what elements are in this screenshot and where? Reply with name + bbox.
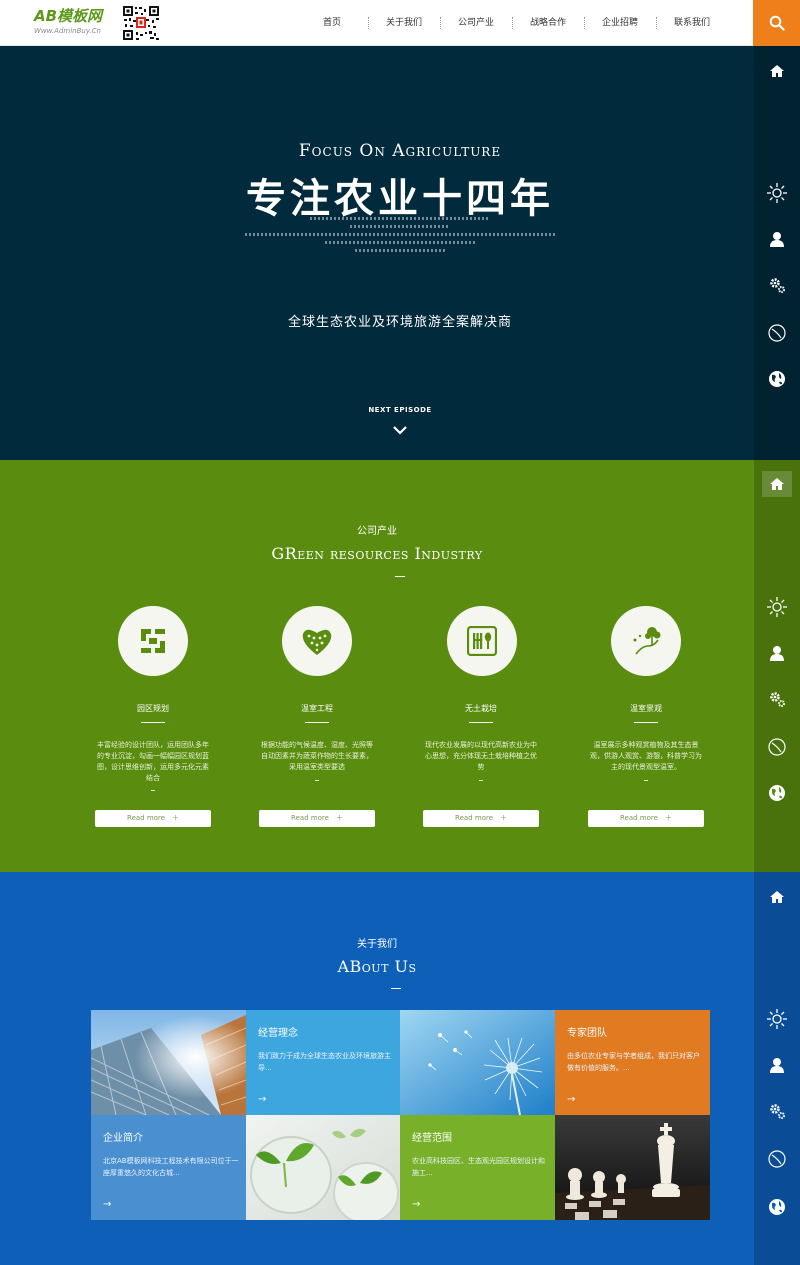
card-divider [634,722,658,723]
side-nav-industry [754,460,800,872]
sun-icon[interactable] [754,1004,800,1034]
gears-icon[interactable] [754,270,800,300]
card-circle-landscape [611,606,681,676]
nav-item-jobs[interactable]: 企业招聘 [584,0,656,46]
home-icon[interactable] [762,471,792,497]
globe-icon[interactable] [754,778,800,808]
read-more-button-greenhouse[interactable]: Read more ＋ [259,810,375,827]
nav-item-home[interactable]: 首页 [296,0,368,46]
about-subtitle: 关于我们 [357,939,397,950]
leaf-circle-icon[interactable] [754,732,800,762]
tile-business-scope[interactable]: 经营范围 农业高科技园区、生态观光园区规划设计和施工... → [400,1115,555,1220]
hero-decorative-lines [240,217,560,257]
card-tick [151,790,155,791]
leaf-circle-icon[interactable] [754,318,800,348]
tile-desc-experts: 由多位农业专家与学者组成，我们只对客户做有价值的服务。... [567,1052,700,1072]
industry-title: GReen resources Industry [271,544,483,563]
card-divider [469,722,493,723]
nav-item-about[interactable]: 关于我们 [368,0,440,46]
card-divider [141,722,165,723]
tile-title-profile: 企业简介 [103,1133,143,1144]
gears-icon[interactable] [754,684,800,714]
next-episode-label[interactable]: NEXT EPISODE [0,406,800,414]
site-logo[interactable]: AB模板网 Www.AdminBuy.Cn [34,8,118,38]
card-circle-soilless [447,606,517,676]
nav-item-cooperation[interactable]: 战略合作 [512,0,584,46]
photo-tile-building [91,1010,246,1115]
arrow-right-icon[interactable]: → [258,1094,266,1105]
tile-title-experts: 专家团队 [567,1028,607,1039]
sun-icon[interactable] [754,178,800,208]
chevron-down-icon[interactable] [390,423,410,437]
card-tick [315,780,319,781]
card-divider [305,722,329,723]
card-title-soilless: 无土栽培 [465,704,497,713]
hero-banner: Focus On Agriculture 专注农业十四年 全球生态农业及环境旅游… [0,46,800,460]
tile-business-philosophy[interactable]: 经营理念 我们致力于成为全球生态农业及环境旅游主导... → [246,1010,401,1115]
card-circle-planning [118,606,188,676]
qr-code-icon [122,5,160,41]
photo-tile-sprouts [246,1115,401,1220]
tile-company-profile[interactable]: 企业简介 北京AB模板网科技工程技术有限公司位于一座厚重悠久的文化古城... → [91,1115,246,1220]
card-tick [479,780,483,781]
industry-subtitle: 公司产业 [357,526,397,537]
tile-expert-team[interactable]: 专家团队 由多位农业专家与学者组成，我们只对客户做有价值的服务。... → [555,1010,710,1115]
read-more-button-landscape[interactable]: Read more ＋ [588,810,704,827]
home-icon[interactable] [754,56,800,86]
globe-icon[interactable] [754,1192,800,1222]
about-section: 关于我们 ABout Us 经营理念 我们致力于成为全球生态农业及环境旅游主导.… [0,872,800,1265]
nav-item-industry[interactable]: 公司产业 [440,0,512,46]
industry-title-divider [395,576,405,577]
about-title-divider [391,988,401,989]
arrow-right-icon[interactable]: → [567,1094,575,1105]
arrow-right-icon[interactable]: → [103,1199,111,1210]
hero-title-en: Focus On Agriculture [298,141,502,161]
tile-title-scope: 经营范围 [412,1133,452,1144]
tile-desc-profile: 北京AB模板网科技工程技术有限公司位于一座厚重悠久的文化古城... [103,1157,239,1177]
nav-item-contact[interactable]: 联系我们 [656,0,728,46]
card-title-planning: 园区规划 [137,704,169,713]
main-nav: 首页 关于我们 公司产业 战略合作 企业招聘 联系我们 [296,0,728,46]
photo-tile-chess [555,1115,710,1220]
tile-title-philosophy: 经营理念 [258,1028,298,1039]
user-icon[interactable] [754,224,800,254]
card-title-landscape: 温室景观 [630,704,662,713]
search-button[interactable] [753,0,800,46]
card-desc-landscape: 温室展示多种观赏植物及其生态景观，供游人观赏、游憩，科普学习为主的现代景观型温室… [590,741,702,771]
industry-section: 公司产业 GReen resources Industry 园区规划 丰富经验的… [0,460,800,872]
park-planning-icon [141,629,165,653]
side-nav-hero [754,46,800,460]
read-more-button-planning[interactable]: Read more ＋ [95,810,211,827]
tile-desc-philosophy: 我们致力于成为全球生态农业及环境旅游主导... [258,1052,391,1072]
read-more-button-soilless[interactable]: Read more ＋ [423,810,539,827]
card-desc-greenhouse: 根据功能的气候温度、湿度、光照等自动因素并为蔬菜作物的生长要素，采用温室类型要选 [261,741,373,771]
logo-sub-text: Www.AdminBuy.Cn [34,27,101,35]
sun-icon[interactable] [754,592,800,622]
side-nav-about [754,872,800,1265]
user-icon[interactable] [754,1050,800,1080]
home-icon[interactable] [754,882,800,912]
hero-tagline: 全球生态农业及环境旅游全案解决商 [287,315,512,330]
leaf-heart-icon [302,629,332,655]
tile-desc-scope: 农业高科技园区、生态观光园区规划设计和施工... [412,1157,545,1177]
photo-tile-dandelion [400,1010,555,1115]
hero-title-cn: 专注农业十四年 [246,175,554,222]
sprout-icon [633,627,661,655]
site-header: AB模板网 Www.AdminBuy.Cn 首页 关于我们 公司产业 战略合作 … [0,0,800,46]
leaf-circle-icon[interactable] [754,1144,800,1174]
user-icon[interactable] [754,638,800,668]
search-icon [769,15,785,31]
card-tick [644,780,648,781]
gears-icon[interactable] [754,1096,800,1126]
about-title: ABout Us [337,957,417,976]
food-plate-icon [467,626,497,656]
arrow-right-icon[interactable]: → [412,1199,420,1210]
logo-main-text: AB模板网 [34,7,103,25]
card-title-greenhouse: 温室工程 [301,704,333,713]
card-circle-greenhouse [282,606,352,676]
globe-icon[interactable] [754,364,800,394]
card-desc-soilless: 现代农业发展的以现代高新农业为中心思想，充分体现无土栽培种植之优势 [425,741,537,771]
card-desc-planning: 丰富经验的设计团队，运用团队多年的专业沉淀，勾画一幅幅园区规划蓝图，设计思维创新… [97,741,209,782]
